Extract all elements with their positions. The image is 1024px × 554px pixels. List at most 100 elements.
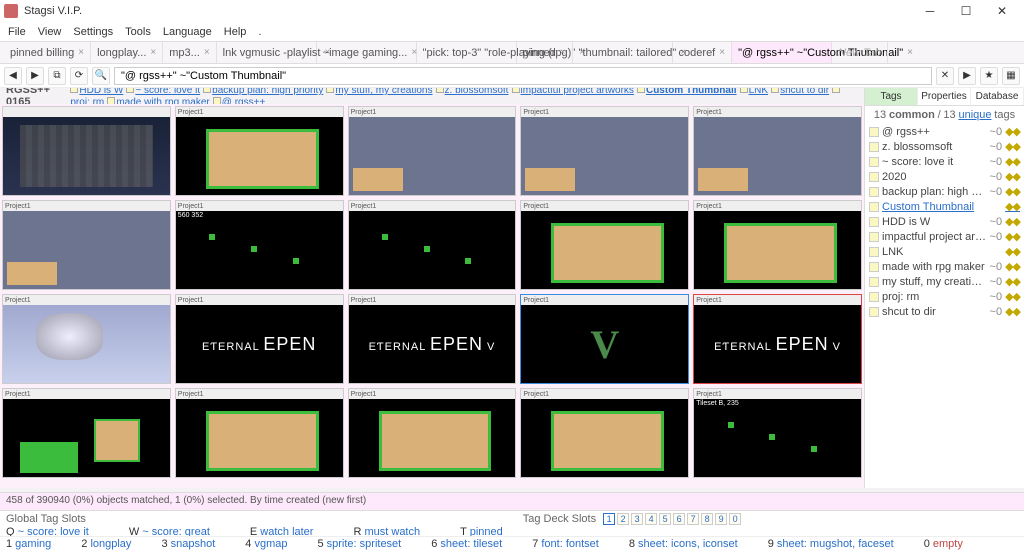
object-tag-chip[interactable]: backup plan: high priority — [212, 88, 323, 96]
thumbnail[interactable] — [2, 106, 171, 196]
panel-tag-item[interactable]: Custom Thumbnail◆◆ — [865, 199, 1024, 214]
deck-num-button[interactable]: 2 — [617, 513, 629, 525]
thumbnail[interactable]: Project1 — [520, 388, 689, 478]
thumbnail[interactable]: Project1 — [2, 200, 171, 290]
panel-tab-database[interactable]: Database — [971, 88, 1024, 105]
tab-close-icon[interactable]: × — [907, 47, 913, 58]
deck-num-button[interactable]: 8 — [701, 513, 713, 525]
panel-tag-item[interactable]: HDD is W~0◆◆ — [865, 214, 1024, 229]
object-tag-chip[interactable]: ~ score: love it — [135, 88, 200, 96]
nav-fwd-button[interactable]: ▶ — [26, 67, 44, 85]
thumbnail[interactable]: Project1V — [520, 294, 689, 384]
panel-tab-tags[interactable]: Tags — [865, 88, 918, 105]
menu-.[interactable]: . — [258, 26, 261, 38]
object-tag-chip[interactable]: shcut to dir — [780, 88, 829, 96]
thumbnail[interactable]: Project1560 352 — [175, 200, 344, 290]
deck-item[interactable]: 4 vgmap — [245, 538, 287, 553]
thumbnail[interactable]: Project1 — [520, 200, 689, 290]
object-tag-chip[interactable]: Custom Thumbnail — [646, 88, 737, 96]
thumbnail[interactable]: Project1 — [2, 388, 171, 478]
tab[interactable]: longplay...× — [91, 42, 163, 63]
deck-num-button[interactable]: 9 — [715, 513, 727, 525]
deck-item[interactable]: 1 gaming — [6, 538, 51, 553]
tab[interactable]: "pick: top-3" "role-playing (rpg)"× — [417, 42, 517, 63]
panel-tag-item[interactable]: my stuff, my creations~0◆◆ — [865, 274, 1024, 289]
thumbnail[interactable]: Project1EƬERNAL EPEN V — [693, 294, 862, 384]
tab[interactable]: ~image gaming...× — [317, 42, 417, 63]
menu-help[interactable]: Help — [224, 26, 247, 38]
tab[interactable]: "@ rgss++" ~"Custom Thumbnail"× — [732, 42, 832, 63]
object-tag-chip[interactable]: made with rpg maker — [116, 97, 209, 104]
deck-item[interactable]: 3 snapshot — [161, 538, 215, 553]
thumbnail[interactable]: Project1EƬERNAL EPEN V — [348, 294, 517, 384]
tab[interactable]: coderef× — [673, 42, 733, 63]
thumbnail[interactable]: Project1 — [520, 106, 689, 196]
thumbnail[interactable]: Project1EƬERNAL EPEN — [175, 294, 344, 384]
thumbnail[interactable]: Project1 — [175, 106, 344, 196]
panel-tag-item[interactable]: @ rgss++~0◆◆ — [865, 124, 1024, 139]
tab-close-icon[interactable]: × — [78, 47, 84, 58]
thumbnail[interactable]: Project1 — [348, 200, 517, 290]
thumbnail[interactable]: Project1 — [348, 106, 517, 196]
tab[interactable]: mp3...× — [163, 42, 216, 63]
deck-num-button[interactable]: 3 — [631, 513, 643, 525]
panel-tab-properties[interactable]: Properties — [918, 88, 971, 105]
menu-view[interactable]: View — [38, 26, 62, 38]
menu-file[interactable]: File — [8, 26, 26, 38]
object-tag-chip[interactable]: LNK — [749, 88, 768, 96]
object-tag-chip[interactable]: proj: rm — [70, 97, 104, 104]
tab-close-icon[interactable]: × — [560, 47, 566, 58]
tab-close-icon[interactable]: × — [150, 47, 156, 58]
nav-back-button[interactable]: ◀ — [4, 67, 22, 85]
deck-item[interactable]: 6 sheet: tileset — [431, 538, 502, 553]
minimize-button[interactable]: ─ — [912, 0, 948, 22]
object-tag-chip[interactable]: HDD is W — [79, 88, 123, 96]
thumbnail[interactable]: Project1Tileset B, 235 — [693, 388, 862, 478]
panel-tag-item[interactable]: proj: rm~0◆◆ — [865, 289, 1024, 304]
search-input[interactable] — [114, 67, 932, 85]
object-tag-chip[interactable]: impactful project artworks — [521, 88, 634, 96]
deck-item[interactable]: 0 empty — [924, 538, 963, 553]
panel-tag-item[interactable]: made with rpg maker~0◆◆ — [865, 259, 1024, 274]
panel-tag-item[interactable]: shcut to dir~0◆◆ — [865, 304, 1024, 319]
deck-num-button[interactable]: 6 — [673, 513, 685, 525]
tab-close-icon[interactable]: × — [204, 47, 210, 58]
deck-item[interactable]: 7 font: fontset — [532, 538, 599, 553]
object-tag-chip[interactable]: z. blossomsoft — [445, 88, 509, 96]
object-tag-chip[interactable]: @ rgss++ — [222, 97, 266, 104]
deck-num-button[interactable]: 5 — [659, 513, 671, 525]
tab-close-icon[interactable]: × — [719, 47, 725, 58]
panel-tag-item[interactable]: LNK◆◆ — [865, 244, 1024, 259]
object-tag-chip[interactable]: my stuff, my creations — [335, 88, 432, 96]
run-button[interactable]: ▶ — [958, 67, 976, 85]
panel-tag-item[interactable]: ~ score: love it~0◆◆ — [865, 154, 1024, 169]
menu-settings[interactable]: Settings — [73, 26, 113, 38]
star-button[interactable]: ★ — [980, 67, 998, 85]
deck-item[interactable]: 9 sheet: mugshot, faceset — [768, 538, 894, 553]
panel-tag-item[interactable]: 2020~0◆◆ — [865, 169, 1024, 184]
tab[interactable]: lnk vgmusic -playlist× — [217, 42, 317, 63]
grid-button[interactable]: ▦ — [1002, 67, 1020, 85]
tab[interactable]: pinned× — [517, 42, 573, 63]
clear-button[interactable]: ✕ — [936, 67, 954, 85]
deck-num-button[interactable]: 1 — [603, 513, 615, 525]
close-button[interactable]: ✕ — [984, 0, 1020, 22]
thumbnail[interactable]: Project1 — [175, 388, 344, 478]
tab[interactable]: "thumbnail: tailored"× — [573, 42, 673, 63]
thumbnail[interactable]: Project1 — [2, 294, 171, 384]
lens-icon[interactable]: 🔍 — [92, 67, 110, 85]
tab[interactable]: pinned billing× — [4, 42, 91, 63]
tab[interactable]: New Tab — [832, 42, 888, 63]
panel-tag-item[interactable]: backup plan: high priority~0◆◆ — [865, 184, 1024, 199]
panel-tag-item[interactable]: z. blossomsoft~0◆◆ — [865, 139, 1024, 154]
deck-item[interactable]: 2 longplay — [81, 538, 131, 553]
deck-num-button[interactable]: 4 — [645, 513, 657, 525]
menu-language[interactable]: Language — [163, 26, 212, 38]
refresh-button[interactable]: ⟳ — [70, 67, 88, 85]
deck-num-button[interactable]: 0 — [729, 513, 741, 525]
deck-item[interactable]: 8 sheet: icons, iconset — [629, 538, 738, 553]
screenshot-button[interactable]: ⧉ — [48, 67, 66, 85]
deck-num-button[interactable]: 7 — [687, 513, 699, 525]
maximize-button[interactable]: ☐ — [948, 0, 984, 22]
thumbnail[interactable]: Project1 — [693, 106, 862, 196]
